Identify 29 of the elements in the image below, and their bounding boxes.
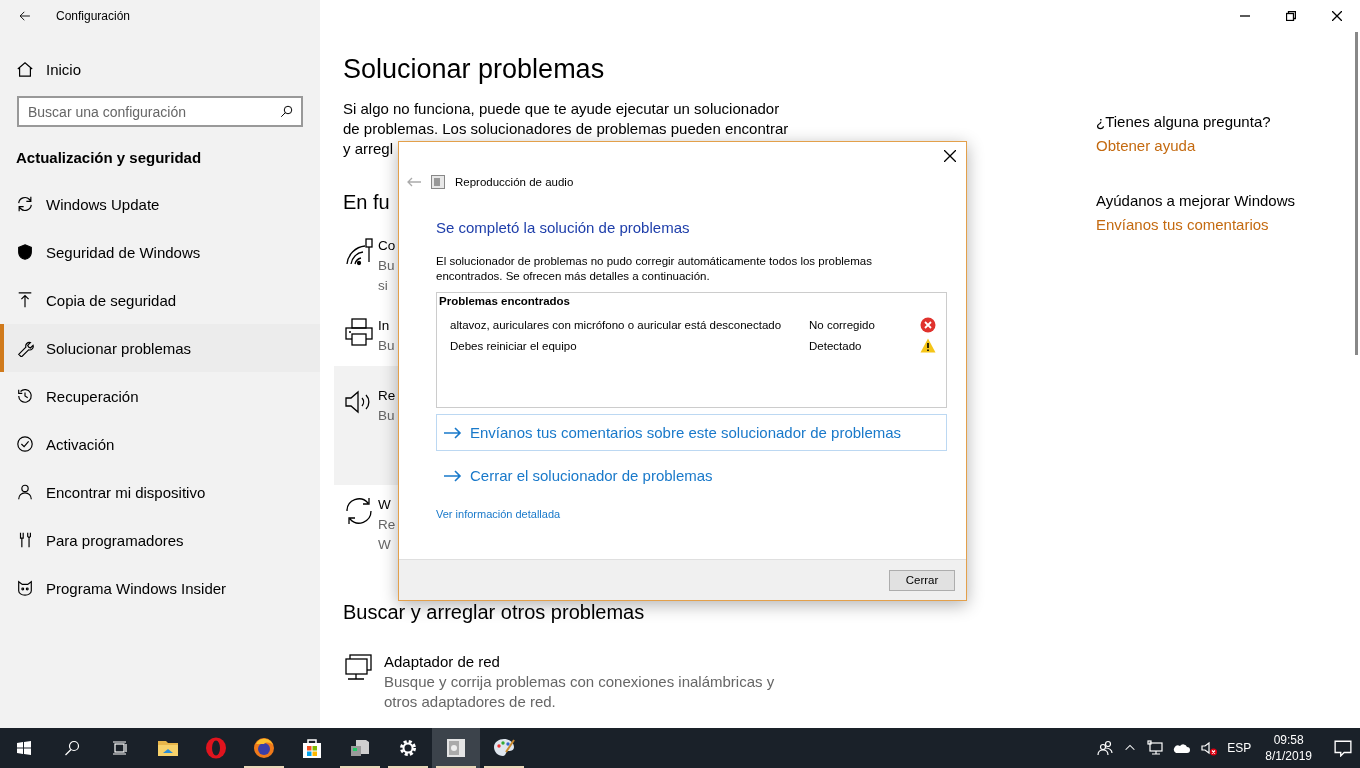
item-title: Adaptador de red xyxy=(384,652,500,672)
page-title: Solucionar problemas xyxy=(343,54,606,85)
problems-header: Problemas encontrados xyxy=(439,295,571,307)
item-description: Re xyxy=(378,516,396,534)
problem-status: Detectado xyxy=(809,339,863,352)
item-description: Busque y corrija problemas con conexiones inalámbricas y xyxy=(384,672,775,692)
section-heading: Buscar y arreglar otros problemas xyxy=(343,601,645,624)
dialog-title: Reproducción de audio xyxy=(455,176,574,188)
dialog-message: El solucionador de problemas no pudo corregir automáticamente todos los problemas encontrados. Se ofrecen más detalles a continuación. xyxy=(436,254,873,284)
item-title: In xyxy=(378,317,390,335)
problem-status: No corregido xyxy=(809,318,876,331)
section-heading: En fu xyxy=(343,191,390,214)
window-title: Configuración xyxy=(56,9,131,23)
item-description: Bu xyxy=(378,407,395,425)
item-description: otros adaptadores de red. xyxy=(384,692,556,712)
item-title: W xyxy=(378,496,391,514)
feedback-heading: Ayúdanos a mejorar Windows xyxy=(1096,192,1295,209)
dialog-heading: Se completó la solución de problemas xyxy=(436,219,691,236)
item-title: Co xyxy=(378,237,396,255)
section-heading: Actualización y seguridad xyxy=(16,149,203,166)
help-heading: ¿Tienes alguna pregunta? xyxy=(1096,113,1272,130)
item-title: Re xyxy=(378,387,396,405)
intro-text: Si algo no funciona, puede que te ayude ejecutar un solucionador de problemas. Los solucionadores de problemas pueden encontrar y arregl xyxy=(343,99,790,159)
problem-description: altavoz, auriculares con micrófono o auricular está desconectado xyxy=(450,318,783,331)
item-description: Bu xyxy=(378,257,395,275)
item-description: Bu xyxy=(378,337,395,355)
item-description: W xyxy=(378,536,391,554)
problem-description: Debes reiniciar el equipo xyxy=(450,339,578,352)
item-description: si xyxy=(378,277,388,295)
